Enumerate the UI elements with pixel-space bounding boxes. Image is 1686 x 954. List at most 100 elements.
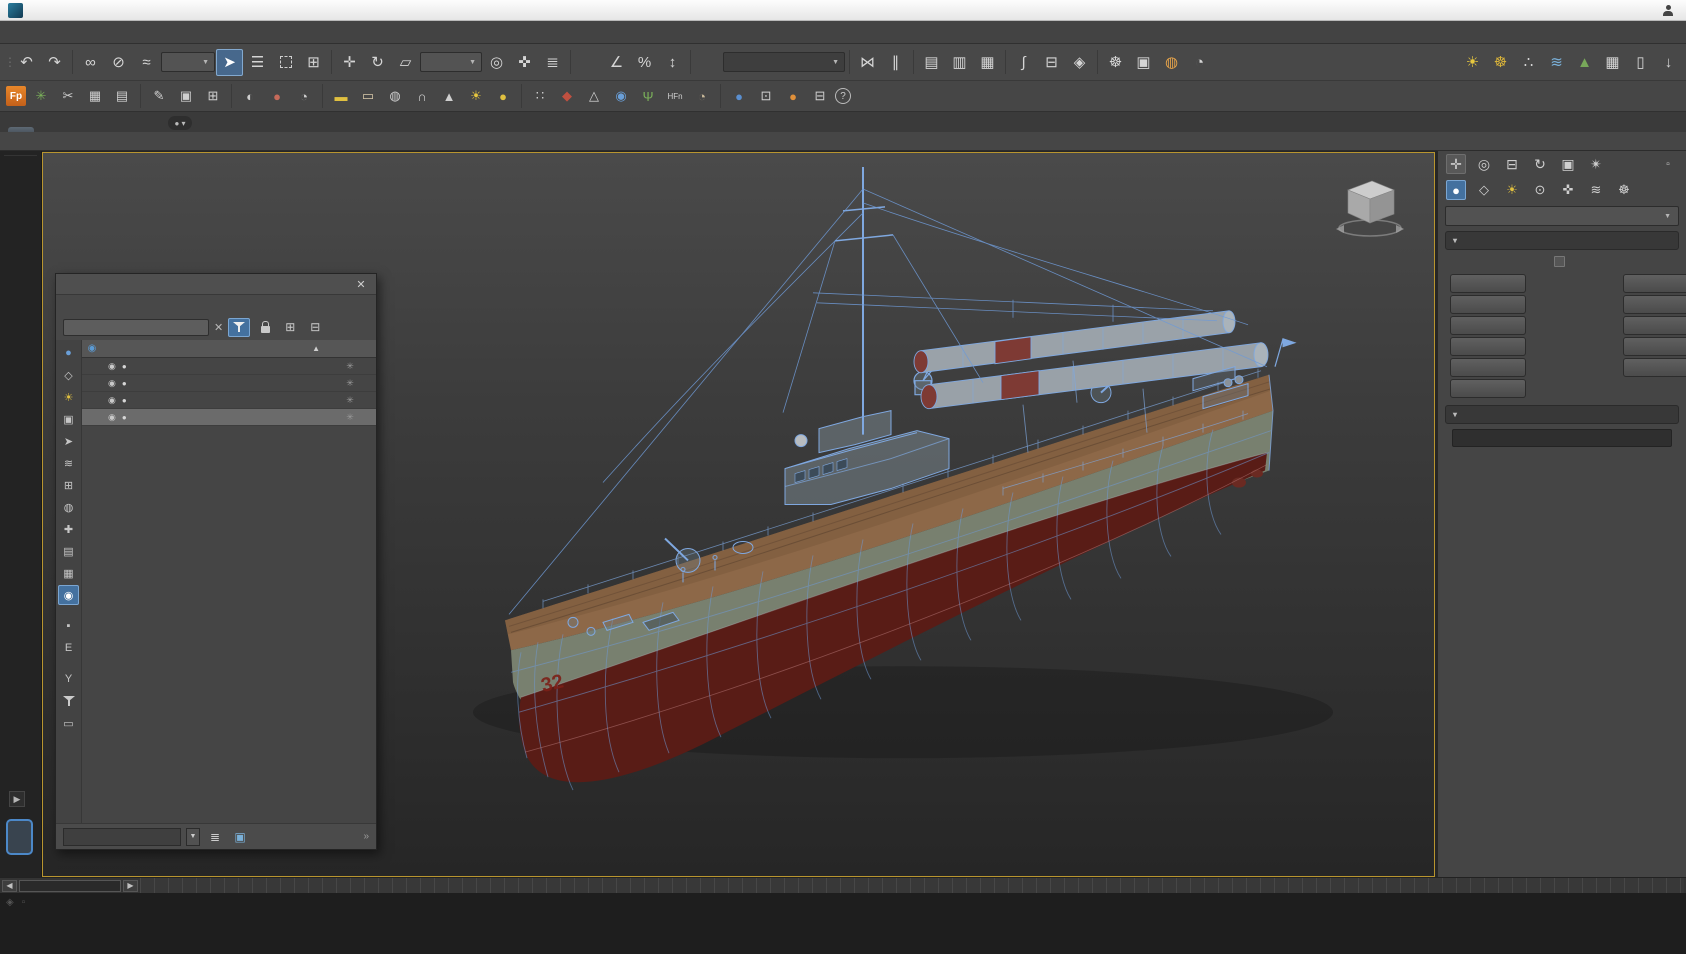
grid-tool-icon[interactable]: ▦ xyxy=(83,84,107,108)
ring-icon[interactable]: ◍ xyxy=(383,84,407,108)
se-menu-display[interactable] xyxy=(82,303,100,307)
hfn-script-icon[interactable]: HFn xyxy=(663,84,687,108)
brush-icon[interactable]: ✎ xyxy=(147,84,171,108)
menu-gta-tools[interactable] xyxy=(310,29,328,35)
object-name-field[interactable] xyxy=(1452,429,1672,447)
layers-stack-icon[interactable]: ≣ xyxy=(205,827,225,846)
sign-in-button[interactable] xyxy=(1663,4,1678,16)
frozen-toggle-icon[interactable]: ✳ xyxy=(324,378,376,389)
curve-editor-icon[interactable]: ∫ xyxy=(1010,49,1037,76)
population-icon[interactable]: ∴ xyxy=(1515,49,1542,76)
create-tab-icon[interactable]: ✛ xyxy=(1446,154,1466,174)
previous-frame-button[interactable]: ◀ xyxy=(2,879,17,892)
render-setup-icon[interactable]: ☸ xyxy=(1102,49,1129,76)
wire-color-icon[interactable]: Y xyxy=(58,669,79,689)
toolbar-grip-handle[interactable]: ⋮ xyxy=(4,55,16,69)
name-color-rollout-header[interactable]: ▾ xyxy=(1445,405,1679,424)
filter-shapes-icon[interactable]: ◇ xyxy=(58,365,79,385)
schematic-view-icon[interactable]: ⊟ xyxy=(1038,49,1065,76)
advanced-filter-icon[interactable] xyxy=(58,691,79,711)
layer-explorer-toggle-icon[interactable]: ▤ xyxy=(918,49,945,76)
select-object-icon[interactable]: ➤ xyxy=(216,48,243,76)
select-and-manipulate-icon[interactable]: ✜ xyxy=(511,49,538,76)
spiral-icon[interactable]: ◔ xyxy=(292,84,316,108)
perspective-viewport[interactable]: 32 ✕ ✕ ⊞ ⊟ ● ◇ ☀ ▣ ➤ ≋ ⊞ ◍ ✚ ▤ ▦ ◉ ▪ E Y… xyxy=(42,152,1435,877)
menu-interactive[interactable] xyxy=(256,29,274,35)
use-pivot-center-icon[interactable]: ◎ xyxy=(483,49,510,76)
helpers-category-icon[interactable]: ✜ xyxy=(1558,180,1578,200)
selection-filter-dropdown[interactable]: ▼ xyxy=(161,52,215,72)
list-item-selected[interactable]: ◉ ● ✳ xyxy=(82,409,376,426)
edit-named-selection-sets-icon[interactable] xyxy=(695,49,722,76)
select-and-move-icon[interactable]: ✛ xyxy=(336,49,363,76)
panel-dock-icon[interactable]: ▫ xyxy=(1658,154,1678,174)
camera-tool-icon[interactable]: ⊡ xyxy=(754,84,778,108)
document-icon[interactable]: ▤ xyxy=(110,84,134,108)
device-icon[interactable]: ▯ xyxy=(1627,49,1654,76)
filter-cameras-icon[interactable]: ▣ xyxy=(58,409,79,429)
menu-rendering[interactable] xyxy=(166,29,184,35)
filter-bones-icon[interactable]: ✚ xyxy=(58,519,79,539)
panel-grid-icon[interactable]: ▦ xyxy=(1599,49,1626,76)
torus-button[interactable] xyxy=(1450,337,1526,356)
yellow-plane-icon[interactable]: ▬ xyxy=(329,84,353,108)
redo-icon[interactable]: ↷ xyxy=(41,49,68,76)
select-by-name-icon[interactable]: ☰ xyxy=(244,49,271,76)
isolate-selection-icon[interactable]: ◈ xyxy=(6,897,14,908)
scene-explorer-toggle-icon[interactable]: ▥ xyxy=(946,49,973,76)
named-selection-sets-dropdown[interactable]: ▼ xyxy=(723,52,845,72)
object-type-rollout-header[interactable]: ▾ xyxy=(1445,231,1679,250)
menu-rapidtools[interactable] xyxy=(328,29,346,35)
filter-containers-icon[interactable]: ▤ xyxy=(58,541,79,561)
grass-icon[interactable]: Ψ xyxy=(636,84,660,108)
cone-button[interactable] xyxy=(1623,274,1686,293)
droplet-icon[interactable]: ◆ xyxy=(555,84,579,108)
scene-explorer-column-header[interactable]: ◉ ▲ xyxy=(82,340,376,358)
ribbon-toggle-icon[interactable]: ▦ xyxy=(974,49,1001,76)
tree-icon[interactable]: ▲ xyxy=(1571,49,1598,76)
keyboard-shortcut-override-icon[interactable]: ≣ xyxy=(539,49,566,76)
align-icon[interactable]: ∥ xyxy=(882,49,909,76)
shapes-category-icon[interactable]: ◇ xyxy=(1474,180,1494,200)
filter-xrefs-icon[interactable]: ◍ xyxy=(58,497,79,517)
ribbon-tab-freeform[interactable] xyxy=(38,127,64,132)
ribbon-tab-populate[interactable] xyxy=(128,127,154,132)
menu-customize[interactable] xyxy=(202,29,220,35)
table-icon[interactable]: ⊞ xyxy=(201,84,225,108)
filter-lights-icon[interactable]: ☀ xyxy=(58,387,79,407)
visibility-eye-icon[interactable]: ◉ xyxy=(108,361,116,372)
ribbon-minimize-button[interactable]: ● ▾ xyxy=(168,116,192,130)
dot-grid-icon[interactable]: ∷ xyxy=(528,84,552,108)
cameras-category-icon[interactable]: ⊙ xyxy=(1530,180,1550,200)
fp-plugin-icon[interactable]: Fp xyxy=(6,86,26,106)
select-and-link-icon[interactable]: ∞ xyxy=(77,49,104,76)
select-and-rotate-icon[interactable]: ↻ xyxy=(364,49,391,76)
snaps-toggle-icon[interactable] xyxy=(575,49,602,76)
help-icon[interactable]: ? xyxy=(835,88,851,104)
list-item[interactable]: ◉ ● ✳ xyxy=(82,358,376,375)
waves-icon[interactable]: ≋ xyxy=(1543,49,1570,76)
geometry-category-icon[interactable]: ● xyxy=(1446,180,1466,200)
reference-coordinate-dropdown[interactable]: ▼ xyxy=(420,52,482,72)
plane-button[interactable] xyxy=(1623,358,1686,377)
menu-create[interactable] xyxy=(94,29,112,35)
export-down-icon[interactable]: ↓ xyxy=(1655,49,1682,76)
filter-helpers-icon[interactable]: ➤ xyxy=(58,431,79,451)
gear-icon[interactable]: ☸ xyxy=(1487,49,1514,76)
layout-icon[interactable]: ⊟ xyxy=(808,84,832,108)
se-menu-edit[interactable] xyxy=(102,303,120,307)
orange-sphere-icon[interactable]: ● xyxy=(781,84,805,108)
bind-to-space-warp-icon[interactable]: ≈ xyxy=(133,49,160,76)
lock-icon[interactable] xyxy=(255,318,275,337)
motion-tab-icon[interactable]: ↻ xyxy=(1530,154,1550,174)
visibility-eye-icon[interactable]: ◉ xyxy=(108,395,116,406)
teapot-button[interactable] xyxy=(1450,358,1526,377)
ribbon-tab-modeling[interactable] xyxy=(8,127,34,132)
dome-icon[interactable]: ∩ xyxy=(410,84,434,108)
sphere-button[interactable] xyxy=(1450,295,1526,314)
half-disc-icon[interactable]: ◐ xyxy=(238,84,262,108)
display-visibility-icon[interactable]: ◉ xyxy=(58,585,79,605)
ribbon-collapsed-panel[interactable] xyxy=(0,132,1686,151)
explorer-selector-dropdown[interactable] xyxy=(63,827,181,846)
cone-icon[interactable]: ▲ xyxy=(437,84,461,108)
